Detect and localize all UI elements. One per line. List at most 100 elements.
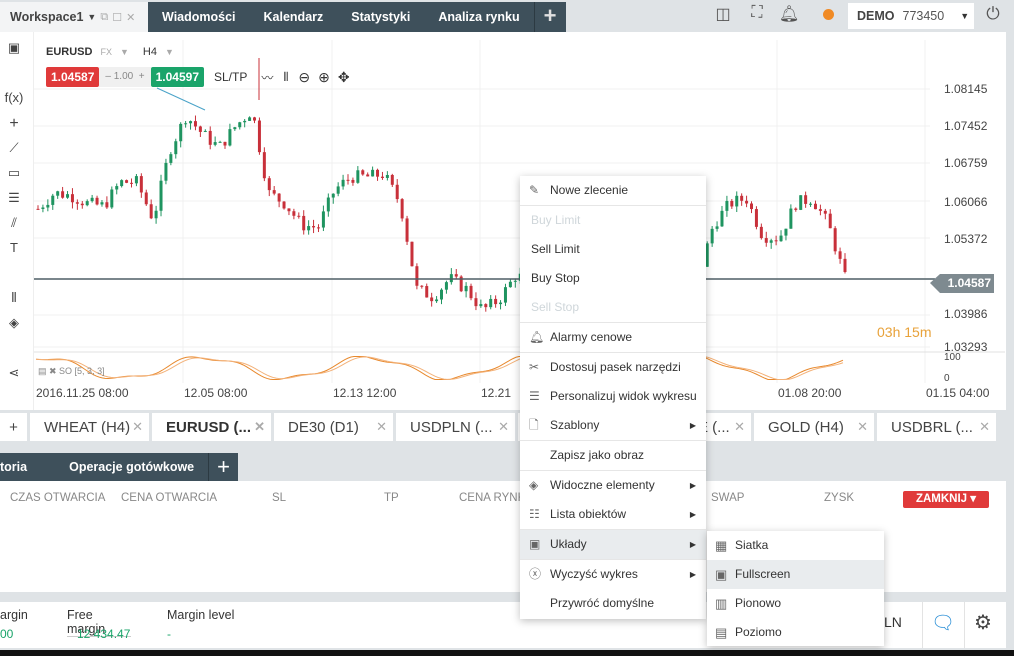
- candle-body: [51, 195, 55, 205]
- close-icon[interactable]: ✕: [132, 419, 143, 435]
- zoom-in-icon[interactable]: ⊕: [318, 69, 330, 86]
- symbol-name: EURUSD: [46, 46, 93, 58]
- price-tick: 1.06066: [944, 195, 988, 209]
- sltp-button[interactable]: SL/TP: [214, 70, 247, 84]
- candle-body: [120, 180, 124, 187]
- close-icon[interactable]: ✕: [498, 419, 509, 435]
- menu-layouts[interactable]: ▣ Układy ▶: [520, 530, 706, 559]
- submenu-vertical[interactable]: ▥ Pionowo: [707, 589, 884, 618]
- close-icon[interactable]: ✕: [857, 419, 868, 435]
- move-icon[interactable]: ✥: [338, 69, 350, 86]
- menu-personalize-view[interactable]: ☰ Personalizuj widok wykresu: [520, 382, 706, 411]
- chart-tab[interactable]: USDBRL (... ✕: [877, 413, 996, 441]
- candle-body: [376, 169, 380, 177]
- submenu-horizontal[interactable]: ▤ Poziomo: [707, 618, 884, 647]
- price-tick: 1.06759: [944, 156, 988, 170]
- close-icon[interactable]: ✕: [734, 419, 745, 435]
- time-tick: 2016.11.25 08:00: [36, 386, 129, 400]
- settings-icon[interactable]: ⚙: [974, 610, 992, 635]
- indicator-label[interactable]: ▤ ✖ SO [5, 3, 3]: [38, 366, 105, 377]
- symbol-selector[interactable]: EURUSD FX ▼ H4 ▼: [46, 46, 174, 58]
- close-icon[interactable]: ✕: [254, 419, 265, 435]
- candle-body: [818, 209, 822, 211]
- close-icon[interactable]: ✕: [376, 419, 387, 435]
- zoom-out-icon[interactable]: ⊖: [298, 69, 310, 86]
- candle-body: [144, 192, 148, 205]
- column-header[interactable]: CZAS OTWARCIA: [10, 492, 105, 504]
- stochastic-k-line: [35, 355, 844, 381]
- menu-visible-elements[interactable]: ◈ Widoczne elementy ▶: [520, 471, 706, 500]
- candle-body: [36, 208, 40, 210]
- menu-label: Lista obiektów: [550, 507, 627, 521]
- divider: [964, 602, 965, 648]
- sell-button[interactable]: 1.04587: [46, 67, 100, 87]
- quantity-stepper[interactable]: – 1.00 +: [99, 67, 151, 87]
- column-header[interactable]: CENA RYNK: [459, 492, 525, 504]
- menu-templates[interactable]: 🗋 Szablony ▶: [520, 411, 706, 440]
- quantity-value[interactable]: 1.00: [114, 71, 133, 82]
- column-header[interactable]: ZYSK: [824, 492, 854, 504]
- candle-body: [208, 130, 212, 145]
- menu-label: Dostosuj pasek narzędzi: [550, 360, 681, 374]
- menu-object-list[interactable]: ☷ Lista obiektów ▶: [520, 500, 706, 529]
- chart-tab[interactable]: GOLD (H4) ✕: [754, 413, 874, 441]
- time-tick: 12.13 12:00: [333, 386, 397, 400]
- tab-cash-operations[interactable]: Operacje gotówkowe: [41, 453, 208, 481]
- candle-body: [174, 141, 178, 155]
- chart-tab[interactable]: DE30 (D1) ✕: [274, 413, 393, 441]
- menu-buy-stop[interactable]: Buy Stop: [520, 264, 706, 293]
- price-chart[interactable]: [0, 0, 1014, 410]
- menu-sell-limit[interactable]: Sell Limit: [520, 235, 706, 264]
- menu-restore-defaults[interactable]: Przywróć domyślne: [520, 589, 706, 618]
- chart-tab[interactable]: USDPLN (... ✕: [396, 413, 515, 441]
- candle-body: [385, 174, 389, 178]
- candle-body: [390, 174, 394, 185]
- candle-body: [735, 195, 739, 207]
- candle-body: [420, 285, 424, 287]
- line-chart-icon[interactable]: 〰: [261, 69, 273, 86]
- chevron-down-icon[interactable]: ▼: [120, 47, 129, 57]
- menu-label: Układy: [550, 537, 587, 551]
- candle-body: [61, 191, 65, 198]
- add-chart-button[interactable]: +: [0, 413, 27, 441]
- chart-tab[interactable]: WHEAT (H4) ✕: [30, 413, 149, 441]
- chevron-down-icon[interactable]: ▼: [165, 47, 174, 57]
- submenu-grid[interactable]: ▦ Siatka: [707, 531, 884, 560]
- candle-body: [203, 130, 207, 132]
- candle-body: [804, 195, 808, 204]
- candle-body: [95, 197, 99, 205]
- buy-button[interactable]: 1.04597: [150, 67, 204, 87]
- submenu-fullscreen[interactable]: ▣ Fullscreen: [707, 560, 884, 589]
- timeframe[interactable]: H4: [143, 46, 157, 58]
- candle-body: [425, 286, 429, 298]
- close-all-button[interactable]: ZAMKNIJ ▾: [903, 491, 989, 508]
- submenu-arrow-icon: ▶: [689, 421, 696, 430]
- add-tab-button[interactable]: +: [208, 453, 238, 481]
- column-header[interactable]: TP: [384, 492, 399, 504]
- close-icon[interactable]: ✕: [979, 419, 990, 435]
- menu-clear-chart[interactable]: ⓧ Wyczyść wykres ▶: [520, 560, 706, 589]
- candle-body: [223, 141, 227, 146]
- menu-save-image[interactable]: Zapisz jako obraz: [520, 441, 706, 470]
- column-header[interactable]: CENA OTWARCIA: [121, 492, 217, 504]
- menu-customize-toolbar[interactable]: ✂ Dostosuj pasek narzędzi: [520, 353, 706, 382]
- candle-body: [813, 203, 817, 210]
- column-header[interactable]: SWAP: [711, 492, 744, 504]
- chat-icon[interactable]: 🗨︎: [931, 611, 955, 635]
- indicator-name: SO [5, 3, 3]: [59, 366, 105, 376]
- menu-sell-stop: Sell Stop: [531, 300, 580, 314]
- menu-new-order[interactable]: ✎ Nowe zlecenie: [520, 176, 706, 205]
- chart-tab-active[interactable]: EURUSD (... ✕: [152, 413, 271, 441]
- margin-value: 00: [0, 627, 14, 641]
- tab-history[interactable]: toria: [0, 453, 41, 481]
- price-pointer: [930, 274, 940, 293]
- column-header[interactable]: SL: [272, 492, 286, 504]
- candle-body: [444, 282, 448, 290]
- candle-body: [90, 197, 94, 202]
- candle-body: [794, 208, 798, 210]
- candlestick-icon[interactable]: ⫴: [283, 70, 288, 85]
- candle-body: [85, 201, 89, 206]
- candle-body: [248, 117, 252, 121]
- menu-price-alerts[interactable]: 🔔︎ Alarmy cenowe: [520, 323, 706, 352]
- tools-icon: ✂: [529, 360, 540, 374]
